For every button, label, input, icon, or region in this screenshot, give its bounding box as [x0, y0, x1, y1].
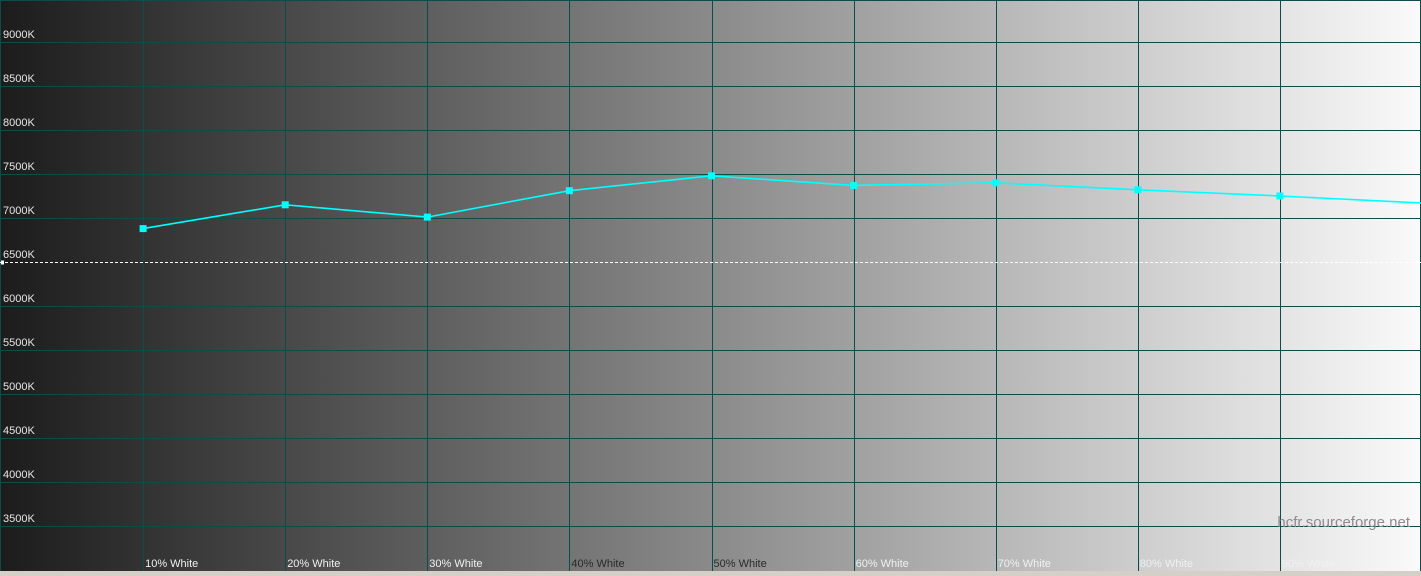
x-tick-label: 40% White: [571, 558, 624, 570]
x-tick-label: 70% White: [998, 558, 1051, 570]
reference-marker-right: [1417, 260, 1420, 265]
data-point: [850, 181, 858, 189]
y-tick-label: 5500K: [3, 337, 35, 349]
reference-marker-left: [1, 260, 4, 265]
chart-canvas: 3500K 4000K 4500K 5000K 5500K 6000K 6500K 7000K…: [0, 0, 1421, 576]
data-point: [565, 187, 573, 195]
y-tick-label: 6500K: [3, 249, 35, 261]
x-tick-label: 10% White: [145, 558, 198, 570]
y-tick-label: 8000K: [3, 117, 35, 129]
x-tick-label: 60% White: [856, 558, 909, 570]
y-tick-label: 7500K: [3, 161, 35, 173]
y-tick-label: 6000K: [3, 293, 35, 305]
y-tick-label: 8500K: [3, 73, 35, 85]
x-tick-label: 30% White: [429, 558, 482, 570]
chart-background: [0, 0, 1421, 571]
color-temperature-chart: 3500K 4000K 4500K 5000K 5500K 6000K 6500K 7000K…: [0, 0, 1421, 576]
y-tick-label: 9000K: [3, 29, 35, 41]
x-tick-label: 80% White: [1140, 558, 1193, 570]
y-tick-label: 4500K: [3, 425, 35, 437]
data-point: [992, 179, 1000, 187]
data-point: [708, 172, 715, 180]
watermark: hcfr.sourceforge.net: [1277, 514, 1410, 531]
data-point: [139, 225, 147, 233]
data-point: [1134, 186, 1142, 194]
data-point: [423, 213, 431, 221]
y-tick-label: 7000K: [3, 205, 35, 217]
bottom-strip: [0, 571, 1421, 576]
x-tick-label: 90% White: [1282, 558, 1335, 570]
x-tick-label: 50% White: [714, 558, 767, 570]
y-tick-label: 4000K: [3, 469, 35, 481]
data-point: [1276, 192, 1284, 200]
y-tick-label: 5000K: [3, 381, 35, 393]
x-tick-label: 20% White: [287, 558, 340, 570]
y-tick-label: 3500K: [3, 513, 35, 525]
data-point: [281, 201, 289, 209]
